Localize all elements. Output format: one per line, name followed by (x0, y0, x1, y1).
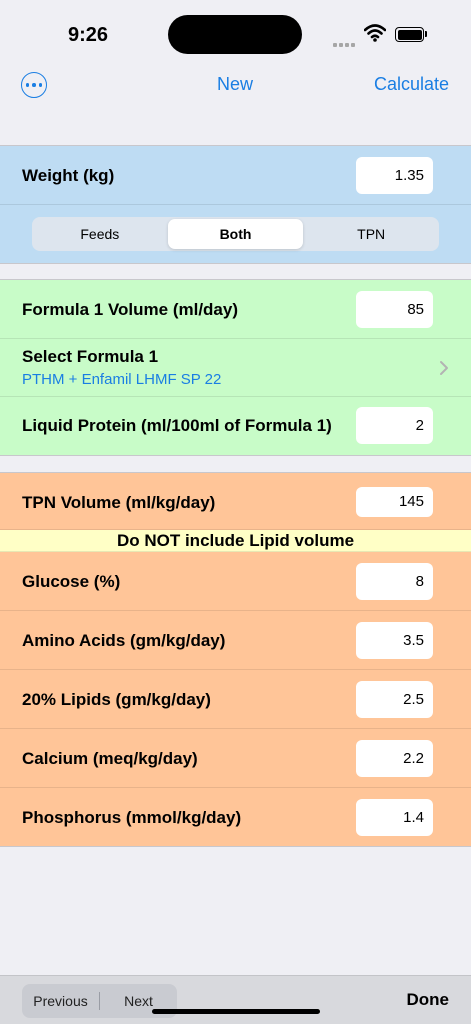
amino-acids-label: Amino Acids (gm/kg/day) (22, 631, 226, 650)
tpn-volume-label: TPN Volume (ml/kg/day) (22, 493, 216, 512)
tpn-volume-row: TPN Volume (ml/kg/day) 145 (0, 473, 471, 530)
selected-formula: PTHM + Enfamil LHMF SP 22 (22, 371, 222, 388)
phosphorus-input[interactable]: 1.4 (356, 799, 433, 836)
done-button[interactable]: Done (407, 990, 450, 1010)
segment-tpn[interactable]: TPN (303, 217, 439, 251)
select-formula-label: Select Formula 1 (22, 347, 159, 366)
amino-acids-input[interactable]: 3.5 (356, 622, 433, 659)
status-bar: 9:26 (0, 0, 471, 64)
lipids-row: 20% Lipids (gm/kg/day) 2.5 (0, 670, 471, 729)
new-button[interactable]: New (200, 74, 270, 95)
segment-feeds[interactable]: Feeds (32, 217, 168, 251)
home-indicator (152, 1009, 320, 1014)
tpn-volume-input[interactable]: 145 (356, 487, 433, 517)
lipids-input[interactable]: 2.5 (356, 681, 433, 718)
glucose-label: Glucose (%) (22, 572, 121, 591)
liquid-protein-row: Liquid Protein (ml/100ml of Formula 1) 2 (0, 397, 471, 455)
glucose-row: Glucose (%) 8 (0, 552, 471, 611)
formula1-volume-row: Formula 1 Volume (ml/day) 85 (0, 280, 471, 339)
phosphorus-label: Phosphorus (mmol/kg/day) (22, 808, 242, 827)
cellular-signal-icon (333, 34, 357, 52)
wifi-icon (363, 24, 387, 47)
battery-icon (395, 27, 424, 42)
lipid-warning-banner: Do NOT include Lipid volume (0, 530, 471, 552)
liquid-protein-input[interactable]: 2 (356, 407, 433, 444)
liquid-protein-label: Liquid Protein (ml/100ml of Formula 1) (22, 416, 332, 435)
calculate-button[interactable]: Calculate (374, 74, 449, 95)
weight-label: Weight (kg) (22, 166, 115, 185)
battery-tip (425, 31, 427, 37)
mode-segmented-control[interactable]: Feeds Both TPN (32, 217, 439, 251)
calcium-input[interactable]: 2.2 (356, 740, 433, 777)
previous-button[interactable]: Previous (22, 993, 99, 1009)
calcium-label: Calcium (meq/kg/day) (22, 749, 198, 768)
formula1-volume-input[interactable]: 85 (356, 291, 433, 328)
chevron-right-icon (439, 359, 449, 382)
status-time: 9:26 (68, 24, 109, 46)
formula1-volume-label: Formula 1 Volume (ml/day) (22, 300, 239, 319)
nav-bar: New Calculate (0, 64, 471, 110)
keyboard-toolbar: Previous Next Done (0, 975, 471, 1024)
mode-row: Feeds Both TPN (0, 205, 471, 263)
dynamic-island (168, 15, 302, 54)
amino-acids-row: Amino Acids (gm/kg/day) 3.5 (0, 611, 471, 670)
lipids-label: 20% Lipids (gm/kg/day) (22, 690, 211, 709)
weight-input[interactable]: 1.35 (356, 157, 433, 194)
weight-section: Weight (kg) 1.35 Feeds Both TPN (0, 145, 471, 264)
ellipsis-circle-icon[interactable] (21, 72, 47, 98)
weight-row: Weight (kg) 1.35 (0, 146, 471, 205)
segment-both[interactable]: Both (167, 219, 304, 249)
tpn-section: TPN Volume (ml/kg/day) 145 Do NOT includ… (0, 472, 471, 847)
select-formula-row[interactable]: Select Formula 1 PTHM + Enfamil LHMF SP … (0, 339, 471, 397)
feeds-section: Formula 1 Volume (ml/day) 85 Select Form… (0, 279, 471, 456)
glucose-input[interactable]: 8 (356, 563, 433, 600)
next-button[interactable]: Next (100, 993, 177, 1009)
phosphorus-row: Phosphorus (mmol/kg/day) 1.4 (0, 788, 471, 847)
calcium-row: Calcium (meq/kg/day) 2.2 (0, 729, 471, 788)
